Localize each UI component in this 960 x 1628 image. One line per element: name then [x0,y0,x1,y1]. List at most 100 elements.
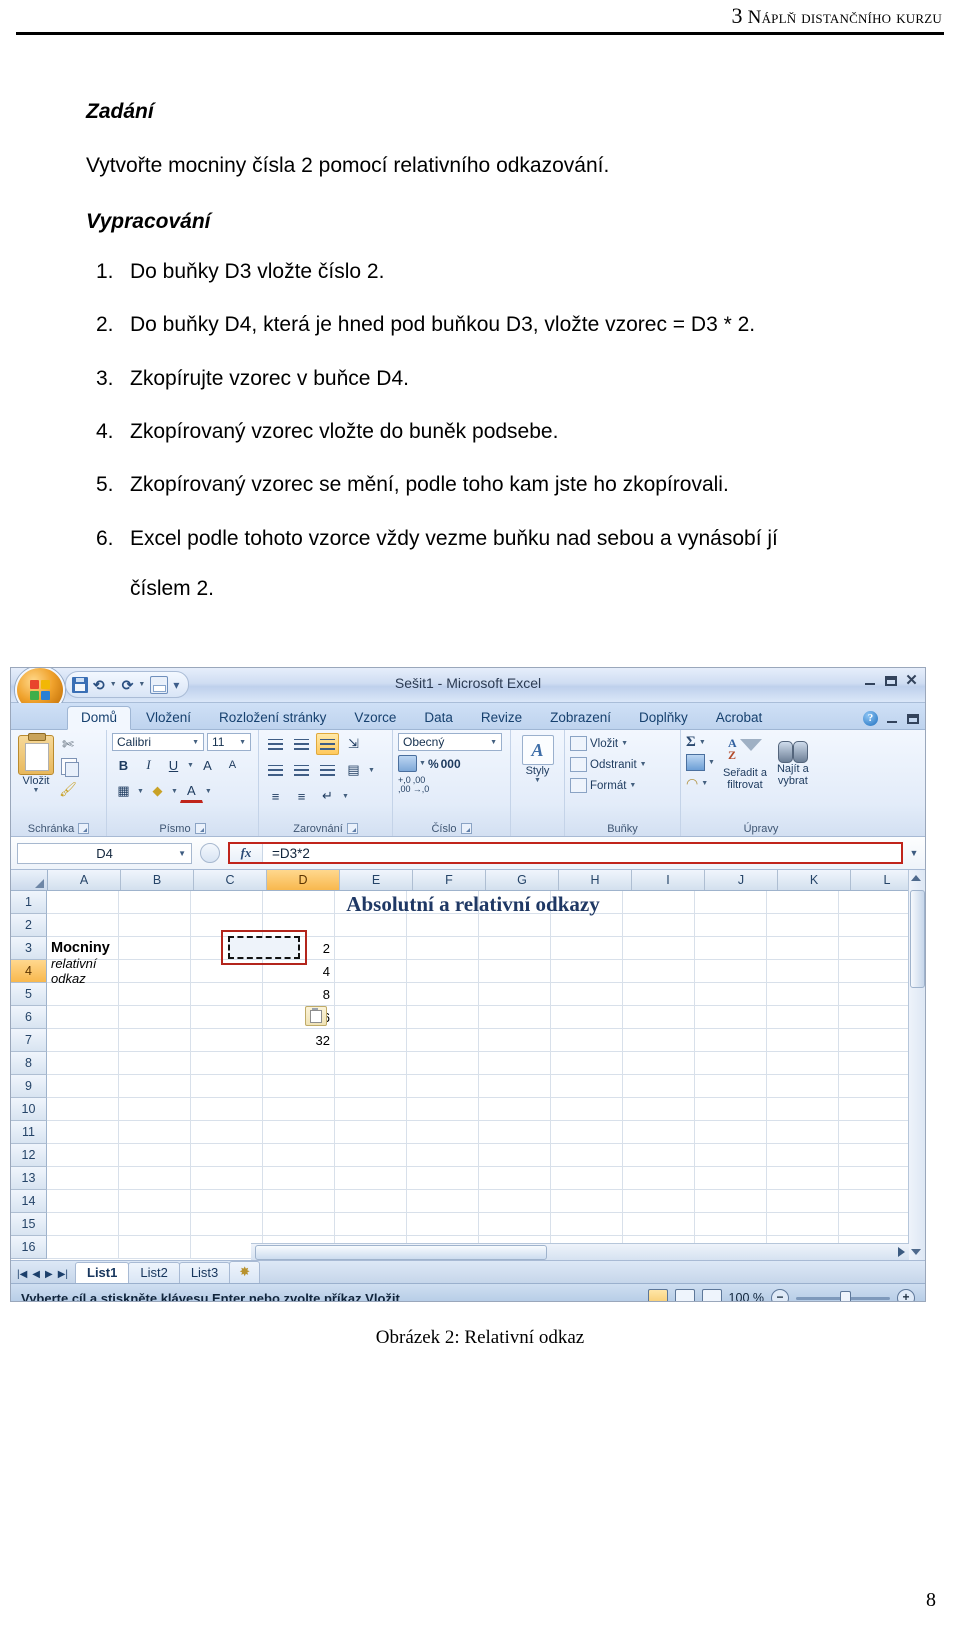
cell-e8[interactable] [335,1052,407,1075]
cell-e7[interactable] [335,1029,407,1052]
clipboard-dialog-launcher-icon[interactable] [78,823,90,834]
row-header-8[interactable]: 8 [11,1052,47,1075]
align-left-icon[interactable] [264,759,287,781]
cell-f5[interactable] [407,983,479,1006]
cell-h3[interactable] [551,937,623,960]
first-sheet-icon[interactable]: |◀ [17,1269,27,1280]
cell-l1[interactable] [839,891,911,914]
select-all-corner[interactable] [11,870,48,890]
row-header-14[interactable]: 14 [11,1190,47,1213]
cell-b11[interactable] [119,1121,191,1144]
autosum-dropdown-icon[interactable]: ▼ [699,739,706,746]
align-right-icon[interactable] [316,759,339,781]
cell-j2[interactable] [695,914,767,937]
cell-l3[interactable] [839,937,911,960]
cell-j9[interactable] [695,1075,767,1098]
cell-f4[interactable] [407,960,479,983]
column-header-c[interactable]: C [194,870,267,890]
cell-g6[interactable] [479,1006,551,1029]
grow-font-icon[interactable]: A [196,754,219,776]
cell-d15[interactable] [263,1213,335,1236]
column-header-a[interactable]: A [48,870,121,890]
cell-c14[interactable] [191,1190,263,1213]
cell-k15[interactable] [767,1213,839,1236]
percent-style-icon[interactable]: % [428,757,439,771]
align-bottom-icon[interactable] [316,733,339,755]
cell-f11[interactable] [407,1121,479,1144]
cell-l2[interactable] [839,914,911,937]
cell-f12[interactable] [407,1144,479,1167]
cell-d14[interactable] [263,1190,335,1213]
cell-b12[interactable] [119,1144,191,1167]
cell-i3[interactable] [623,937,695,960]
scroll-down-icon[interactable] [911,1249,921,1255]
tab-vlozeni[interactable]: Vložení [133,707,204,729]
number-format-dropdown-icon[interactable]: ▼ [488,739,499,746]
font-name-combo[interactable]: Calibri ▼ [112,733,204,751]
row-header-7[interactable]: 7 [11,1029,47,1052]
clear-dropdown-icon[interactable]: ▼ [701,780,708,787]
cell-i5[interactable] [623,983,695,1006]
format-cells-dropdown-icon[interactable]: ▼ [629,782,636,789]
cell-c15[interactable] [191,1213,263,1236]
cell-f7[interactable] [407,1029,479,1052]
cell-c6[interactable] [191,1006,263,1029]
cell-b9[interactable] [119,1075,191,1098]
row-header-16[interactable]: 16 [11,1236,47,1259]
cell-j6[interactable] [695,1006,767,1029]
cell-k5[interactable] [767,983,839,1006]
cell-c12[interactable] [191,1144,263,1167]
cell-h15[interactable] [551,1213,623,1236]
align-center-icon[interactable] [290,759,313,781]
align-top-icon[interactable] [264,733,287,755]
cell-h8[interactable] [551,1052,623,1075]
cell-d5[interactable]: 8 [263,983,335,1006]
cell-a7[interactable] [47,1029,119,1052]
bold-button[interactable]: B [112,754,135,776]
cell-g7[interactable] [479,1029,551,1052]
restore-window-icon[interactable] [907,713,919,724]
cell-d9[interactable] [263,1075,335,1098]
cell-d10[interactable] [263,1098,335,1121]
cell-k10[interactable] [767,1098,839,1121]
cell-b16[interactable] [119,1236,191,1259]
fill-down-icon[interactable] [686,754,705,771]
cell-h2[interactable] [551,914,623,937]
maximize-icon[interactable] [885,675,897,686]
cell-l5[interactable] [839,983,911,1006]
find-select-button[interactable]: Najít a vybrat [775,735,811,789]
cell-a10[interactable] [47,1098,119,1121]
row-header-10[interactable]: 10 [11,1098,47,1121]
cell-f10[interactable] [407,1098,479,1121]
minimize-ribbon-icon[interactable] [885,712,900,725]
cell-l14[interactable] [839,1190,911,1213]
cell-g12[interactable] [479,1144,551,1167]
cell-f2[interactable] [407,914,479,937]
cell-k4[interactable] [767,960,839,983]
copy-icon[interactable] [61,758,79,777]
zoom-out-button[interactable]: − [771,1289,789,1301]
format-cells-button[interactable]: Formát ▼ [570,778,636,793]
tab-vzorce[interactable]: Vzorce [341,707,409,729]
cell-i4[interactable] [623,960,695,983]
cell-k13[interactable] [767,1167,839,1190]
delete-cells-button[interactable]: Odstranit ▼ [570,757,647,772]
insert-cells-dropdown-icon[interactable]: ▼ [621,740,628,747]
cell-e15[interactable] [335,1213,407,1236]
vertical-scrollbar[interactable] [908,870,925,1260]
row-header-6[interactable]: 6 [11,1006,47,1029]
zoom-slider[interactable] [796,1290,890,1301]
row-header-3[interactable]: 3 [11,937,47,960]
fill-color-dropdown-icon[interactable]: ▼ [171,788,178,795]
cell-b10[interactable] [119,1098,191,1121]
cell-i9[interactable] [623,1075,695,1098]
cell-d8[interactable] [263,1052,335,1075]
cell-g13[interactable] [479,1167,551,1190]
cell-j5[interactable] [695,983,767,1006]
cell-l15[interactable] [839,1213,911,1236]
underline-dropdown-icon[interactable]: ▼ [187,762,194,769]
tab-revize[interactable]: Revize [468,707,535,729]
cell-f13[interactable] [407,1167,479,1190]
cell-g10[interactable] [479,1098,551,1121]
underline-button[interactable]: U [162,754,185,776]
